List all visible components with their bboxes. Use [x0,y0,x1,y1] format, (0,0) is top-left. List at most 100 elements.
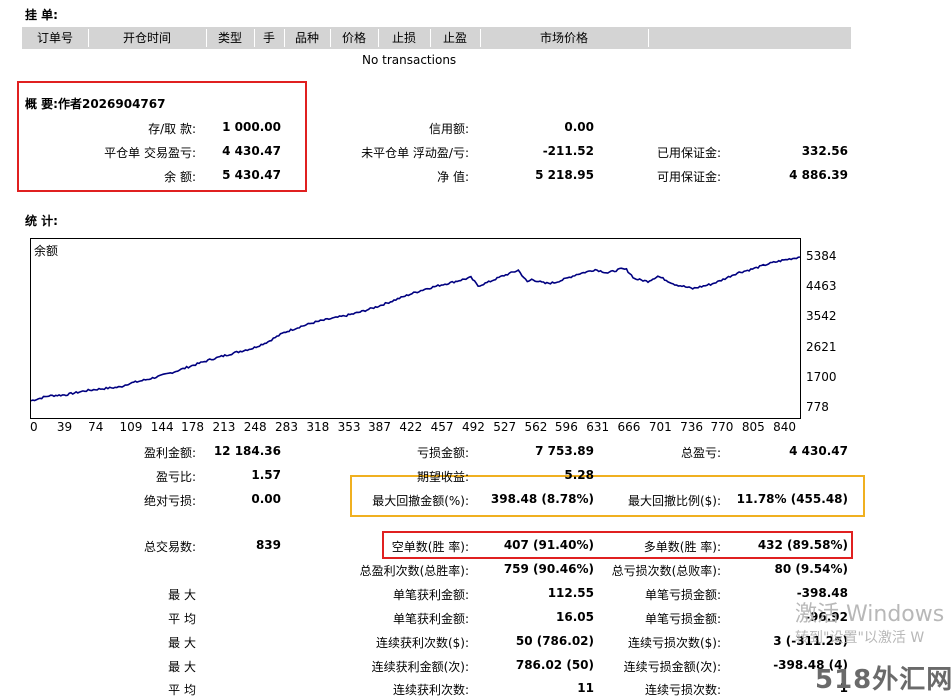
x-tick-label: 701 [648,420,672,434]
col-open-time[interactable]: 开仓时间 [88,27,206,49]
x-tick-label: 353 [337,420,361,434]
x-tick-label: 805 [741,420,765,434]
stat-value-3: 432 (89.58%) [757,538,848,552]
margin-used-label: 已用保证金: [656,146,721,160]
stat-label-1: 盈利金额: [143,446,196,460]
x-tick-label: 562 [524,420,548,434]
x-tick-label: 144 [150,420,174,434]
stat-label-1: 总交易数: [143,540,196,554]
x-tick-label: 840 [773,420,797,434]
activate-windows-watermark: 激活 Windows [795,602,945,627]
stat-value-1: 0.00 [251,492,281,506]
stat-value-1: 12 184.36 [213,444,281,458]
stat-label-3: 总亏损次数(总败率): [611,564,721,578]
stat-value-2: 786.02 (50) [515,658,594,672]
stat-label-3: 最大回撤比例($): [627,494,721,508]
stat-value-1: 839 [255,538,281,552]
deposit-value: 1 000.00 [222,120,281,134]
stat-label-3: 总盈亏: [680,446,721,460]
col-lots[interactable]: 手 [254,27,284,49]
stat-label-2: 单笔获利金额: [392,588,469,602]
closed-pl-label: 平仓单 交易盈亏: [104,146,196,160]
orders-title: 挂 单: [25,8,58,22]
x-tick-label: 0 [30,420,38,434]
x-tick-label: 248 [243,420,267,434]
floating-pl-value: -211.52 [542,144,594,158]
balance-chart-plot [31,256,800,402]
credit-value: 0.00 [564,120,594,134]
balance-value: 5 430.47 [222,168,281,182]
x-tick-label: 109 [119,420,143,434]
y-tick-label: 1700 [806,369,837,384]
x-tick-label: 492 [461,420,485,434]
activate-windows-sub-watermark: 转到"设置"以激活 W [795,630,925,646]
stat-label-3: 连续亏损次数($): [627,636,721,650]
stat-label-2: 期望收益: [416,470,469,484]
x-tick-label: 39 [56,420,73,434]
stat-value-2: 16.05 [556,610,594,624]
x-tick-label: 527 [493,420,517,434]
stat-label-2: 单笔获利金额: [392,612,469,626]
x-tick-label: 736 [680,420,704,434]
floating-pl-label: 未平仓单 浮动盈/亏: [361,146,469,160]
stat-label-1: 最 大 [168,660,196,674]
x-tick-label: 457 [430,420,454,434]
stat-label-3: 连续亏损次数: [644,683,721,697]
equity-value: 5 218.95 [535,168,594,182]
stat-value-2: 759 (90.46%) [503,562,594,576]
stats-title: 统 计: [25,214,58,228]
summary-title: 概 要:作者2026904767 [25,97,166,111]
x-tick-label: 178 [181,420,205,434]
stat-label-1: 最 大 [168,588,196,602]
balance-chart: 余额 [30,238,801,419]
stat-label-2: 亏损金额: [416,446,469,460]
chart-title: 余额 [34,244,59,258]
stat-label-2: 连续获利次数: [392,683,469,697]
stat-label-3: 多单数(胜 率): [643,540,721,554]
no-transactions-text: No transactions [362,53,457,67]
stat-label-1: 平 均 [168,612,196,626]
x-tick-label: 387 [368,420,391,434]
balance-series-line [31,256,800,402]
stat-value-2: 7 753.89 [535,444,594,458]
stat-label-2: 连续获利次数($): [375,636,469,650]
stat-label-1: 绝对亏损: [143,494,196,508]
stat-value-3: 80 (9.54%) [774,562,848,576]
y-tick-label: 5384 [806,249,837,263]
stat-value-3: 11.78% (455.48) [736,492,848,506]
stat-label-2: 总盈利次数(总胜率): [359,564,469,578]
col-price[interactable]: 价格 [330,27,378,49]
margin-used-value: 332.56 [801,144,848,158]
x-tick-label: 318 [306,420,330,434]
x-tick-label: 596 [554,420,578,434]
stat-value-2: 398.48 (8.78%) [490,492,594,506]
y-tick-label: 2621 [806,339,837,354]
stat-value-2: 5.28 [564,468,594,482]
col-order-id[interactable]: 订单号 [22,27,88,49]
col-market-price[interactable]: 市场价格 [480,27,648,49]
stat-label-2: 连续获利金额(次): [371,660,469,674]
orders-column-header: 订单号 开仓时间 类型 手 品种 价格 止损 止盈 市场价格 [22,27,851,49]
x-tick-label: 422 [399,420,423,434]
col-stop-loss[interactable]: 止损 [378,27,430,49]
stat-label-3: 单笔亏损金额: [644,612,721,626]
free-margin-label: 可用保证金: [656,170,721,184]
col-symbol[interactable]: 品种 [284,27,330,49]
x-tick-label: 283 [275,420,298,434]
y-tick-label: 3542 [806,309,837,324]
col-type[interactable]: 类型 [206,27,254,49]
x-tick-label: 213 [212,420,236,434]
stat-label-1: 盈亏比: [155,470,196,484]
closed-pl-value: 4 430.47 [222,144,281,158]
y-tick-label: 4463 [806,279,837,294]
stat-value-2: 50 (786.02) [515,634,594,648]
stat-label-3: 单笔亏损金额: [644,588,721,602]
y-tick-label: 778 [806,400,829,414]
stat-value-2: 112.55 [547,586,594,600]
deposit-label: 存/取 款: [148,122,196,136]
stat-label-1: 平 均 [168,683,196,697]
site-watermark: 518外汇网 [815,665,951,695]
col-take-profit[interactable]: 止盈 [430,27,480,49]
stat-label-1: 最 大 [168,636,196,650]
stat-label-3: 连续亏损金额(次): [623,660,721,674]
